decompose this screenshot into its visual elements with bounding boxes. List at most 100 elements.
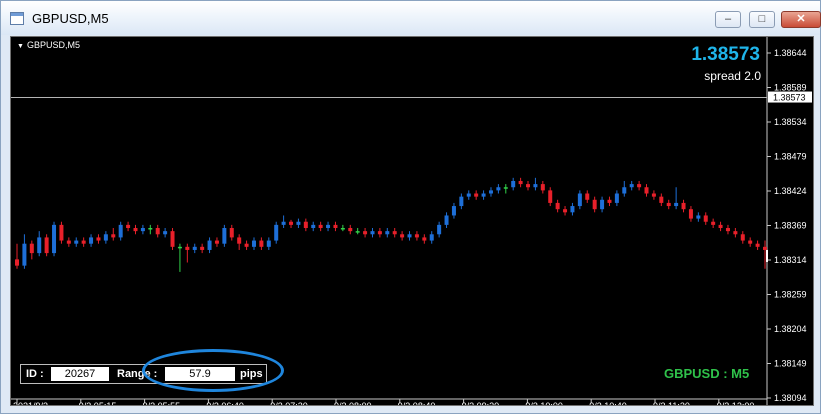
candle-body (66, 240, 71, 244)
time-tick-label: 9/3 11:20 (653, 401, 690, 405)
price-tick-label: 1.38644 (774, 48, 807, 58)
candle-body (614, 193, 619, 203)
candle-body (666, 202, 671, 207)
candle-body (429, 234, 434, 241)
candle-body (200, 246, 205, 250)
candle-body (592, 199, 597, 210)
candle-body (748, 240, 753, 244)
candle-body (326, 224, 331, 229)
candle-body (377, 231, 382, 235)
last-price-marker (766, 249, 768, 262)
candle-body (318, 224, 323, 229)
candle-body (496, 187, 501, 191)
candle-body (259, 240, 264, 247)
candle-body (577, 193, 582, 207)
time-tick-label: 9/3 05:15 (79, 401, 117, 405)
time-tick-label: 9/3 05:55 (143, 401, 181, 405)
price-tick-label: 1.38094 (774, 393, 807, 403)
price-chart[interactable]: 1.38644 1.38589 1.38534 1.38479 1.38424 1.383… (10, 36, 814, 406)
candle-body (81, 240, 86, 244)
candle-body (111, 234, 116, 238)
candle-body (407, 234, 412, 238)
time-tick-label: 9/3 06:40 (206, 401, 244, 405)
time-tick-label: 9/3 12:00 (717, 401, 755, 405)
candle-body (659, 196, 664, 203)
candle-body (244, 243, 249, 247)
candle-body (503, 187, 508, 189)
candle-body (207, 240, 212, 250)
price-tick-label: 1.38479 (774, 152, 807, 162)
candle-body (385, 231, 390, 235)
title-bar[interactable]: GBPUSD,M5 – □ ✕ (1, 1, 821, 35)
candle-body (644, 187, 649, 194)
candle-body (511, 180, 516, 188)
close-icon: ✕ (796, 13, 806, 25)
time-tick-label: 9/3 08:40 (398, 401, 436, 405)
time-tick-label: 9/3 10:00 (525, 401, 563, 405)
candle-body (688, 209, 693, 219)
candle-body (296, 221, 301, 225)
candle-body (548, 190, 553, 203)
price-tick-label: 1.38424 (774, 186, 807, 196)
candle-body (289, 221, 294, 225)
range-field[interactable]: 57.9 (165, 367, 235, 381)
candle-body (570, 206, 575, 213)
price-tick-label: 1.38314 (774, 255, 807, 265)
candle-body (540, 184, 545, 191)
candle-body (422, 237, 427, 241)
candle-body (585, 193, 590, 200)
candle-body (563, 209, 568, 213)
candle-body (44, 237, 49, 254)
candle-body (414, 234, 419, 238)
id-label: ID : (26, 368, 44, 380)
price-tick-label: 1.38149 (774, 359, 807, 369)
time-tick-label: 9/3 07:20 (270, 401, 308, 405)
candle-body (651, 193, 656, 197)
current-price-label: 1.38573 (773, 93, 806, 103)
candle-body (600, 199, 605, 210)
price-tick-label: 1.38259 (774, 290, 807, 300)
candle-body (400, 234, 405, 238)
candle-body (622, 187, 627, 194)
candle-body (229, 228, 234, 238)
candle-body (718, 224, 723, 229)
candle-body (126, 224, 131, 229)
candle-body (481, 193, 486, 197)
time-tick-label: 9/3 09:20 (462, 401, 500, 405)
time-tick-label: 9/3 10:40 (589, 401, 627, 405)
candle-body (237, 237, 242, 244)
candle-body (533, 184, 538, 188)
pips-label: pips (240, 368, 263, 380)
candle-body (133, 228, 138, 232)
candle-body (148, 228, 153, 230)
candle-body (170, 231, 175, 247)
candle-body (696, 215, 701, 219)
candle-body (518, 180, 523, 185)
candle-body (281, 221, 286, 225)
candle-body (488, 190, 493, 194)
candle-body (96, 237, 101, 241)
chart-symbol-label[interactable]: GBPUSD,M5 (17, 40, 80, 50)
minimize-button[interactable]: – (715, 11, 741, 28)
candle-body (629, 184, 634, 188)
candle-body (29, 243, 34, 254)
id-field[interactable]: 20267 (51, 367, 109, 381)
candle-body (607, 199, 612, 203)
candle-body (681, 202, 686, 210)
candle-body (526, 184, 531, 188)
candle-body (370, 231, 375, 235)
candle-body (74, 240, 79, 244)
candle-body (637, 184, 642, 188)
close-button[interactable]: ✕ (781, 11, 821, 28)
candle-body (740, 234, 745, 241)
candle-body (466, 193, 471, 197)
candle-body (22, 243, 27, 266)
restore-icon: □ (758, 13, 766, 25)
restore-button[interactable]: □ (749, 11, 775, 28)
candle-body (733, 231, 738, 235)
candle-body (15, 259, 19, 266)
candle-body (266, 240, 271, 247)
range-label: Range : (117, 368, 158, 380)
minimize-icon: – (724, 13, 732, 25)
price-tick-label: 1.38534 (774, 117, 807, 127)
